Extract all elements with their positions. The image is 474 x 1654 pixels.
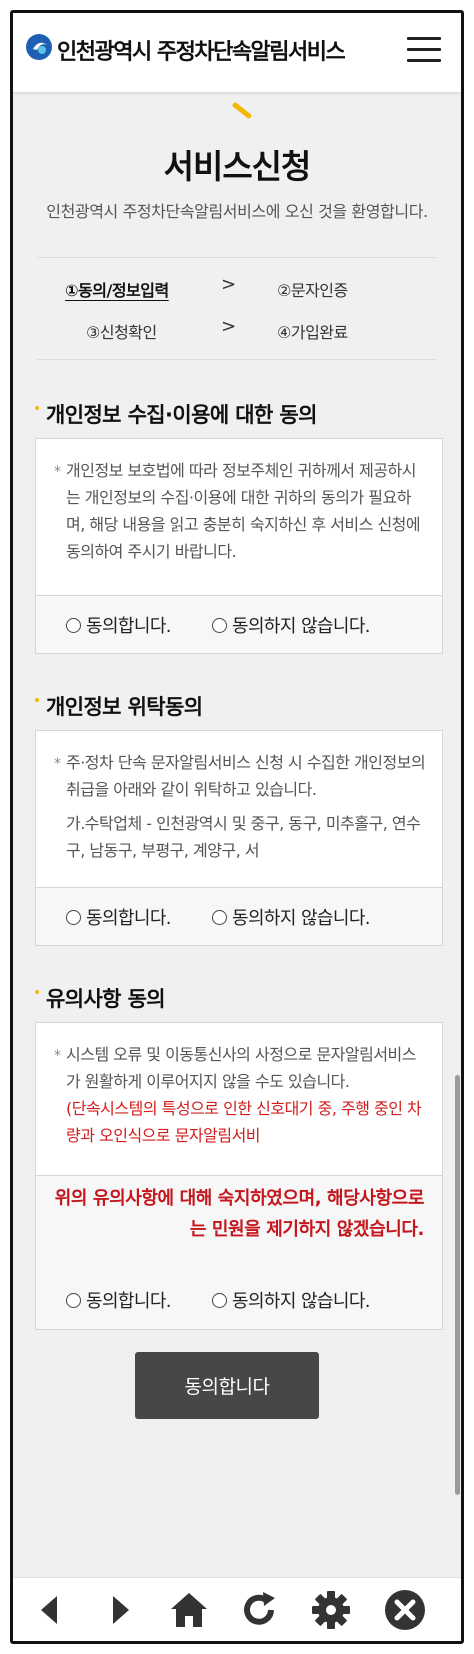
section-title-privacy-collection: 개인정보 수집·이용에 대한 동의 <box>35 399 317 429</box>
disagree-radio[interactable]: 동의하지 않습니다. <box>212 1287 371 1313</box>
disagree-radio[interactable]: 동의하지 않습니다. <box>212 904 371 930</box>
terms-text[interactable]: * 개인정보 보호법에 따라 정보주체인 귀하께서 제공하시는 개인정보의 수집… <box>36 439 442 597</box>
terms-paragraph: 시스템 오류 및 이동통신사의 사정으로 문자알림서비스가 원활하게 이루어지지… <box>66 1045 417 1091</box>
title-decoration <box>231 101 253 120</box>
back-arrow-icon[interactable] <box>29 1588 73 1632</box>
section-title-notice: 유의사항 동의 <box>35 983 166 1013</box>
agree-radio[interactable]: 동의합니다. <box>66 612 172 638</box>
terms-paragraph: 주·정차 단속 문자알림서비스 신청 시 수집한 개인정보의 취급을 아래와 같… <box>66 753 426 799</box>
phone-frame: 인천광역시 주정차단속알림서비스 서비스신청 인천광역시 주정차단속알림서비스에… <box>10 10 464 1644</box>
settings-gear-icon[interactable] <box>309 1588 353 1632</box>
submit-agree-button[interactable]: 동의합니다 <box>135 1352 319 1419</box>
terms-paragraph: 개인정보 보호법에 따라 정보주체인 귀하께서 제공하시는 개인정보의 수집·이… <box>66 461 421 561</box>
step-consent: ①동의/정보입력 <box>65 281 169 300</box>
section-title-label: 유의사항 동의 <box>46 987 166 1011</box>
bullet-mark: * <box>54 756 61 772</box>
consent-radio-group: 동의합니다. 동의하지 않습니다. <box>36 595 442 653</box>
step-complete: ④가입완료 <box>277 323 348 342</box>
consent-radio-group: 동의합니다. 동의하지 않습니다. <box>36 887 442 945</box>
section-title-privacy-outsourcing: 개인정보 위탁동의 <box>35 691 203 721</box>
disagree-radio[interactable]: 동의하지 않습니다. <box>212 612 371 638</box>
step-sms-auth: ②문자인증 <box>277 281 348 300</box>
close-icon[interactable] <box>383 1588 427 1632</box>
refresh-icon[interactable] <box>237 1588 281 1632</box>
agree-radio[interactable]: 동의합니다. <box>66 1287 172 1313</box>
home-icon[interactable] <box>167 1588 211 1632</box>
privacy-outsourcing-box: * 주·정차 단속 문자알림서비스 신청 시 수집한 개인정보의 취급을 아래와… <box>35 730 443 946</box>
app-header: 인천광역시 주정차단속알림서비스 <box>13 13 461 93</box>
section-title-label: 개인정보 위탁동의 <box>46 695 203 719</box>
divider <box>37 257 437 258</box>
step-arrow-icon: > <box>221 274 237 295</box>
welcome-text: 인천광역시 주정차단속알림서비스에 오신 것을 환영합니다. <box>46 202 428 221</box>
agree-radio[interactable]: 동의합니다. <box>66 904 172 930</box>
bullet-mark: * <box>54 1048 61 1064</box>
step-confirm: ③신청확인 <box>86 323 157 342</box>
bullet-mark: * <box>54 464 61 480</box>
terms-text[interactable]: * 시스템 오류 및 이동통신사의 사정으로 문자알림서비스가 원활하게 이루어… <box>36 1023 442 1175</box>
notice-box: * 시스템 오류 및 이동통신사의 사정으로 문자알림서비스가 원활하게 이루어… <box>35 1022 443 1330</box>
terms-text[interactable]: * 주·정차 단속 문자알림서비스 신청 시 수집한 개인정보의 취급을 아래와… <box>36 731 442 889</box>
notice-confirmation-text: 위의 유의사항에 대해 숙지하였으며, 해당사항으로는 민원을 제기하지 않겠습… <box>54 1188 425 1240</box>
hamburger-menu-icon[interactable] <box>407 37 441 63</box>
terms-paragraph: 가.수탁업체 - 인천광역시 및 중구, 동구, 미추홀구, 연수구, 남동구,… <box>66 814 421 860</box>
section-title-label: 개인정보 수집·이용에 대한 동의 <box>46 403 317 427</box>
app-title: 인천광역시 주정차단속알림서비스 <box>57 40 346 65</box>
page-title: 서비스신청 <box>163 147 312 186</box>
step-arrow-icon: > <box>221 316 237 337</box>
scrollbar[interactable] <box>455 1075 460 1495</box>
forward-arrow-icon[interactable] <box>97 1588 141 1632</box>
incheon-logo-icon <box>26 34 52 60</box>
divider <box>37 359 437 360</box>
terms-red-paragraph: (단속시스템의 특성으로 인한 신호대기 중, 주행 중인 차량과 오인식으로 … <box>66 1099 422 1145</box>
privacy-collection-box: * 개인정보 보호법에 따라 정보주체인 귀하께서 제공하시는 개인정보의 수집… <box>35 438 443 654</box>
bottom-nav-bar <box>13 1577 461 1641</box>
